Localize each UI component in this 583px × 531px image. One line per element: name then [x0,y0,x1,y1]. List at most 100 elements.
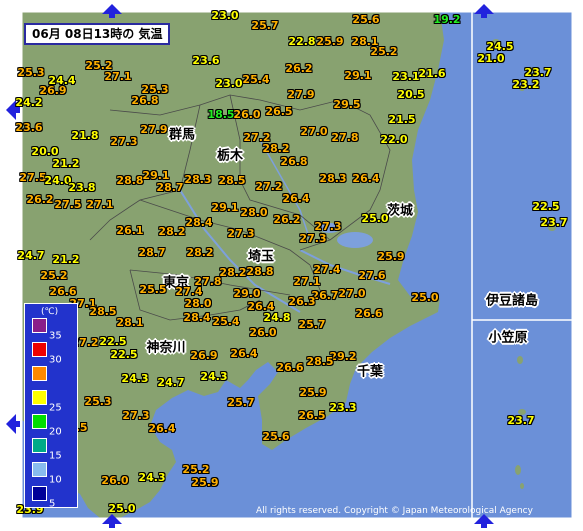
temperature-reading: 22.0 [380,133,408,146]
temperature-reading: 25.4 [242,73,270,86]
temperature-reading: 25.9 [377,250,405,263]
temperature-reading: 26.5 [265,105,293,118]
temperature-reading: 19.2 [433,13,461,26]
temperature-reading: 28.0 [240,206,268,219]
temperature-reading: 26.9 [190,349,218,362]
legend-swatch [32,462,47,477]
temperature-reading: 22.5 [99,335,127,348]
temperature-reading: 26.8 [280,155,308,168]
temperature-reading: 27.3 [299,232,327,245]
temperature-reading: 25.0 [361,212,389,225]
temperature-reading: 26.4 [148,422,176,435]
temperature-reading: 23.7 [540,216,568,229]
temperature-reading: 27.9 [140,123,168,136]
temperature-reading: 26.4 [352,172,380,185]
temperature-reading: 29.1 [344,69,372,82]
temperature-reading: 25.3 [84,395,112,408]
temperature-reading: 27.2 [255,180,283,193]
temperature-reading: 27.1 [86,198,114,211]
temperature-reading: 23.3 [329,401,357,414]
legend-level-label: 35 [49,330,62,342]
temperature-reading: 27.9 [287,88,315,101]
temperature-reading: 21.2 [52,157,80,170]
temperature-reading: 24.2 [15,96,43,109]
temperature-reading: 21.2 [52,253,80,266]
prefecture-label: 千葉 [356,364,384,380]
temperature-reading: 27.8 [331,131,359,144]
temperature-reading: 24.7 [157,376,185,389]
temperature-reading: 26.4 [282,192,310,205]
prefecture-label: 栃木 [216,148,244,164]
temperature-reading: 28.1 [116,316,144,329]
temperature-reading: 28.2 [186,246,214,259]
temperature-reading: 27.6 [358,269,386,282]
legend-swatch [32,438,47,453]
temperature-reading: 27.0 [300,125,328,138]
temperature-reading: 26.4 [230,347,258,360]
temperature-reading: 25.6 [352,13,380,26]
temperature-reading: 22.5 [110,348,138,361]
temperature-reading: 25.7 [227,396,255,409]
temperature-reading: 21.8 [71,129,99,142]
temperature-reading: 27.3 [227,227,255,240]
temperature-reading: 25.0 [108,502,136,515]
legend-unit: (℃) [41,307,59,317]
legend-level-label: 10 [49,474,62,486]
temperature-reading: 26.0 [233,108,261,121]
temperature-legend: (℃) 35 30 25 20 15 10 5 [24,303,78,510]
temperature-reading: 27.5 [19,171,47,184]
legend-swatch [32,390,47,405]
temperature-reading: 28.0 [184,297,212,310]
prefecture-label: 神奈川 [146,340,186,356]
prefecture-label: 群馬 [168,127,196,143]
map-background [0,0,583,531]
temperature-reading: 26.8 [131,94,159,107]
temperature-reading: 27.3 [122,409,150,422]
temperature-reading: 26.9 [39,84,67,97]
temperature-reading: 23.0 [211,9,239,22]
temperature-reading: 28.7 [156,181,184,194]
temperature-reading: 26.3 [288,295,316,308]
arrow-up-icon[interactable] [102,514,122,528]
temperature-reading: 24.3 [138,471,166,484]
temperature-reading: 26.2 [273,213,301,226]
legend-swatch [32,414,47,429]
temperature-reading: 28.4 [183,311,211,324]
temperature-reading: 27.5 [54,198,82,211]
temperature-reading: 21.0 [477,52,505,65]
temperature-reading: 28.3 [319,172,347,185]
temperature-reading: 25.3 [17,66,45,79]
temperature-reading: 28.7 [138,246,166,259]
temperature-reading: 27.3 [110,135,138,148]
temperature-reading: 26.5 [298,409,326,422]
arrow-up-icon[interactable] [102,4,122,18]
temperature-reading: 21.6 [418,67,446,80]
legend-level-label: 25 [49,402,62,414]
arrow-up-icon[interactable] [474,514,494,528]
temperature-reading: 20.5 [397,88,425,101]
temperature-reading: 28.2 [219,266,247,279]
temperature-map: 群馬 栃木 茨城 埼玉 東京 神奈川 千葉 伊豆諸島 小笠原 25.6 19.2 23.0 25.7 2… [0,0,583,531]
temperature-reading: 25.9 [299,386,327,399]
temperature-reading: 28.5 [306,355,334,368]
temperature-reading: 26.2 [26,193,54,206]
lake [337,232,373,248]
temperature-reading: 24.8 [263,311,291,324]
legend-swatch [32,366,47,381]
temperature-reading: 28.8 [116,174,144,187]
temperature-reading: 23.6 [192,54,220,67]
prefecture-label: 小笠原 [488,330,528,346]
prefecture-label: 伊豆諸島 [485,293,539,309]
legend-level-label: 20 [49,426,62,438]
legend-level-label: 5 [49,498,56,510]
temperature-reading: 23.7 [507,414,535,427]
temperature-reading: 24.3 [121,372,149,385]
arrow-up-icon[interactable] [474,4,494,18]
temperature-reading: 29.1 [211,201,239,214]
temperature-reading: 25.9 [191,476,219,489]
temperature-reading: 28.8 [246,265,274,278]
temperature-reading: 23.6 [15,121,43,134]
arrow-left-icon[interactable] [6,414,20,434]
temperature-reading: 23.2 [512,78,540,91]
temperature-reading: 27.0 [338,287,366,300]
